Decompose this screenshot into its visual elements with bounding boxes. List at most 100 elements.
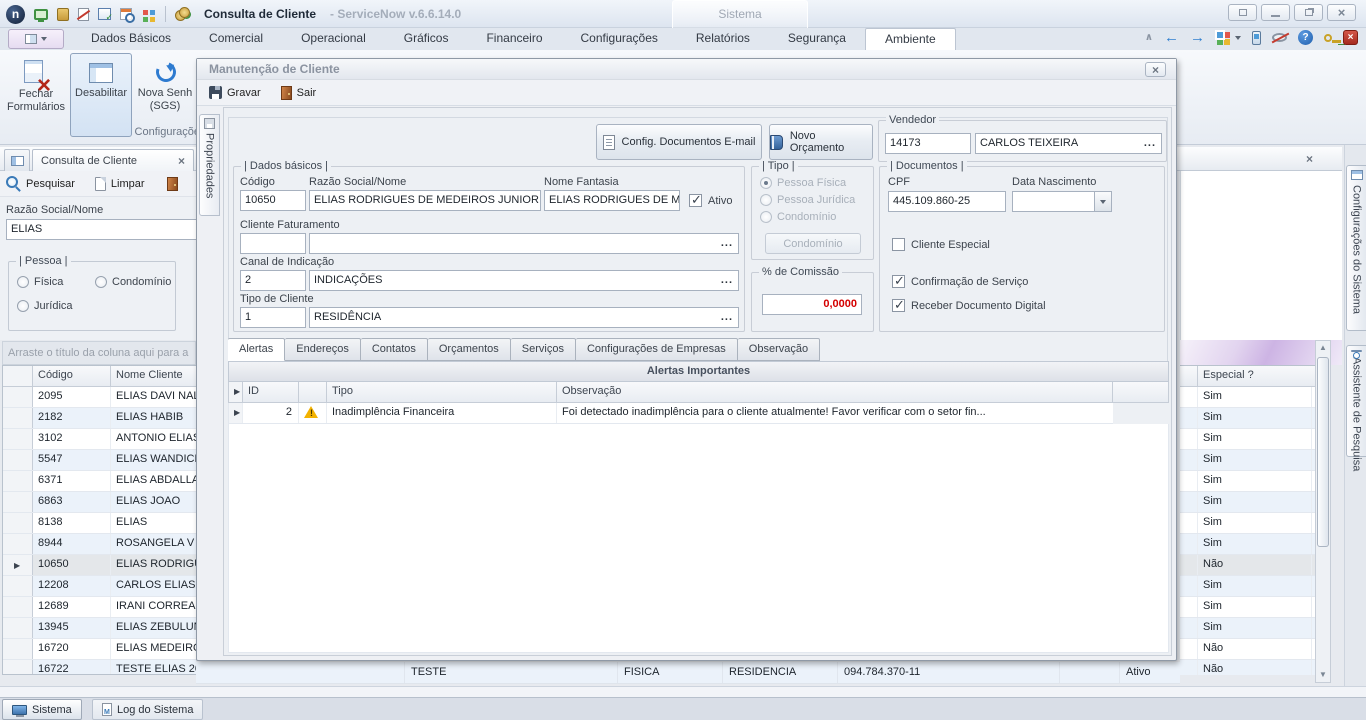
privacy-eye-icon[interactable] xyxy=(1272,33,1287,42)
radio-fisica[interactable]: Física xyxy=(17,276,63,288)
table-row[interactable]: 12689 IRANI CORREA VENA xyxy=(3,597,196,618)
group-by-bar[interactable]: Arraste o título da coluna aqui para a xyxy=(2,341,196,365)
detail-tab[interactable]: Observação xyxy=(738,338,820,361)
calendar-search-icon[interactable] xyxy=(120,8,132,20)
tipo-cliente-input[interactable]: RESIDÊNCIA xyxy=(309,307,739,328)
pesquisar-button[interactable]: Pesquisar xyxy=(6,176,75,191)
scrollbar-thumb[interactable] xyxy=(1317,357,1329,547)
ribbon-tab[interactable]: Configurações xyxy=(562,28,677,50)
ribbon-tab[interactable]: Dados Básicos xyxy=(72,28,190,50)
cpf-input[interactable]: 445.109.860-25 xyxy=(888,191,1006,212)
close-tab-icon[interactable] xyxy=(178,154,185,168)
scroll-down-icon[interactable]: ▼ xyxy=(1317,669,1329,681)
scroll-up-icon[interactable]: ▲ xyxy=(1317,342,1329,354)
radio-pessoa-juridica[interactable]: Pessoa Jurídica xyxy=(760,194,855,206)
table-row[interactable]: 8944 ROSANGELA V ELIAS xyxy=(3,534,196,555)
receber-documento-checkbox[interactable]: Receber Documento Digital xyxy=(892,299,1046,312)
collapse-ribbon-icon[interactable]: ∧ xyxy=(1145,32,1153,43)
alert-row[interactable]: 2 Inadimplência Financeira Foi detectado… xyxy=(228,403,1113,424)
close-button[interactable] xyxy=(1327,4,1356,21)
view-switch-button[interactable] xyxy=(1216,31,1241,45)
table-check-icon[interactable] xyxy=(98,8,111,20)
table-row[interactable]: Sim xyxy=(1180,387,1315,408)
chevron-down-icon[interactable] xyxy=(1094,192,1111,211)
radio-condominio[interactable]: Condomínio xyxy=(95,276,171,288)
table-row[interactable]: 5547 ELIAS WANDICK BA xyxy=(3,450,196,471)
edit-document-icon[interactable] xyxy=(78,8,89,21)
ativo-checkbox[interactable]: Ativo xyxy=(689,194,732,207)
desabilitar-button[interactable]: Desabilitar xyxy=(70,53,132,137)
data-nascimento-combo[interactable] xyxy=(1012,191,1112,212)
detail-tab[interactable]: Serviços xyxy=(511,338,576,361)
table-row[interactable]: 13945 ELIAS ZEBULUN xyxy=(3,618,196,639)
propriedades-side-tab[interactable]: Propriedades xyxy=(199,114,220,216)
table-row[interactable]: Não xyxy=(1180,660,1315,675)
table-row[interactable]: 3102 ANTONIO ELIAS ZOG xyxy=(3,429,196,450)
vendedor-name-input[interactable]: CARLOS TEIXEIRA xyxy=(975,133,1162,154)
document-icon-tab[interactable] xyxy=(4,149,30,171)
header-id[interactable]: ID xyxy=(243,382,299,402)
statusbar-tab-sistema[interactable]: Sistema xyxy=(2,699,82,720)
fechar-formularios-button[interactable]: Fechar Formulários xyxy=(6,53,66,137)
canal-input[interactable]: INDICAÇÕES xyxy=(309,270,739,291)
application-menu-button[interactable] xyxy=(8,29,64,49)
table-row[interactable]: Sim xyxy=(1180,492,1315,513)
ribbon-tab[interactable]: Financeiro xyxy=(467,28,561,50)
header-observacao[interactable]: Observação xyxy=(557,382,1113,402)
maximize-button[interactable] xyxy=(1294,4,1323,21)
back-icon[interactable]: ← xyxy=(1164,30,1179,45)
table-row[interactable]: 16720 ELIAS MEDEIROS xyxy=(3,639,196,660)
file-icon[interactable] xyxy=(57,8,69,21)
detail-tab[interactable]: Configurações de Empresas xyxy=(576,338,738,361)
statusbar-tab-log[interactable]: Log do Sistema xyxy=(92,699,203,720)
canal-code-input[interactable]: 2 xyxy=(240,270,306,291)
forward-icon[interactable]: → xyxy=(1190,30,1205,45)
background-grid-row[interactable]: TESTE FISICA RESIDENCIA 094.784.370-11 A… xyxy=(196,662,1180,684)
detail-tab[interactable]: Endereços xyxy=(285,338,361,361)
table-row[interactable]: Sim xyxy=(1180,576,1315,597)
tipo-cliente-code-input[interactable]: 1 xyxy=(240,307,306,328)
radio-condominio[interactable]: Condomínio xyxy=(760,211,836,223)
ribbon-tab[interactable]: Operacional xyxy=(282,28,385,50)
vendedor-code-input[interactable]: 14173 xyxy=(885,133,971,154)
ribbon-tab[interactable]: Relatórios xyxy=(677,28,769,50)
header-tipo[interactable]: Tipo xyxy=(327,382,557,402)
comissao-input[interactable]: 0,0000 xyxy=(762,294,862,315)
confirmacao-servico-checkbox[interactable]: Confirmação de Serviço xyxy=(892,275,1028,288)
color-grid-icon[interactable] xyxy=(143,10,148,15)
table-row[interactable]: 2095 ELIAS DAVI NALEH xyxy=(3,387,196,408)
sair-toolbar-button[interactable] xyxy=(167,177,178,191)
table-row[interactable]: Sim xyxy=(1180,471,1315,492)
table-row[interactable]: 8138 ELIAS xyxy=(3,513,196,534)
table-row[interactable]: 16722 TESTE ELIAS 20230930 xyxy=(3,660,196,675)
table-row[interactable]: 10650 ELIAS RODRIGUES D xyxy=(3,555,196,576)
header-codigo[interactable]: Código xyxy=(33,366,111,386)
tab-assistente-pesquisa[interactable]: Assistente de Pesquisa xyxy=(1346,345,1366,457)
minimize-button[interactable] xyxy=(1261,4,1290,21)
table-row[interactable]: Não xyxy=(1180,555,1315,576)
key-icon[interactable] xyxy=(1324,34,1332,42)
cliente-faturamento-input[interactable] xyxy=(309,233,739,254)
gravar-button[interactable]: Gravar xyxy=(209,86,261,99)
org-chart-icon[interactable] xyxy=(34,9,48,20)
table-row[interactable]: Sim xyxy=(1180,429,1315,450)
table-row[interactable]: Sim xyxy=(1180,534,1315,555)
config-documentos-email-button[interactable]: Config. Documentos E-mail xyxy=(596,124,762,160)
ribbon-tab[interactable]: Ambiente xyxy=(865,28,956,50)
cliente-especial-checkbox[interactable]: Cliente Especial xyxy=(892,238,990,251)
table-row[interactable]: Sim xyxy=(1180,597,1315,618)
document-tab-consulta[interactable]: Consulta de Cliente xyxy=(32,149,194,172)
razao-input[interactable]: ELIAS RODRIGUES DE MEDEIROS JUNIOR xyxy=(309,190,541,211)
nova-senha-button[interactable]: Nova Senh (SGS) xyxy=(134,53,196,137)
media-device-icon[interactable] xyxy=(1252,31,1261,45)
ribbon-tab[interactable]: Segurança xyxy=(769,28,865,50)
ribbon-tab[interactable]: Gráficos xyxy=(385,28,468,50)
header-especial[interactable]: Especial ? xyxy=(1198,366,1312,386)
radio-juridica[interactable]: Jurídica xyxy=(17,300,73,312)
table-row[interactable]: 6371 ELIAS ABDALLA FILH xyxy=(3,471,196,492)
razao-social-input[interactable]: ELIAS xyxy=(6,219,196,240)
fantasia-input[interactable]: ELIAS RODRIGUES DE MEDE xyxy=(544,190,680,211)
sair-button[interactable]: Sair xyxy=(281,86,317,100)
table-row[interactable]: 12208 CARLOS ELIAS xyxy=(3,576,196,597)
dialog-close-button[interactable] xyxy=(1145,62,1166,77)
